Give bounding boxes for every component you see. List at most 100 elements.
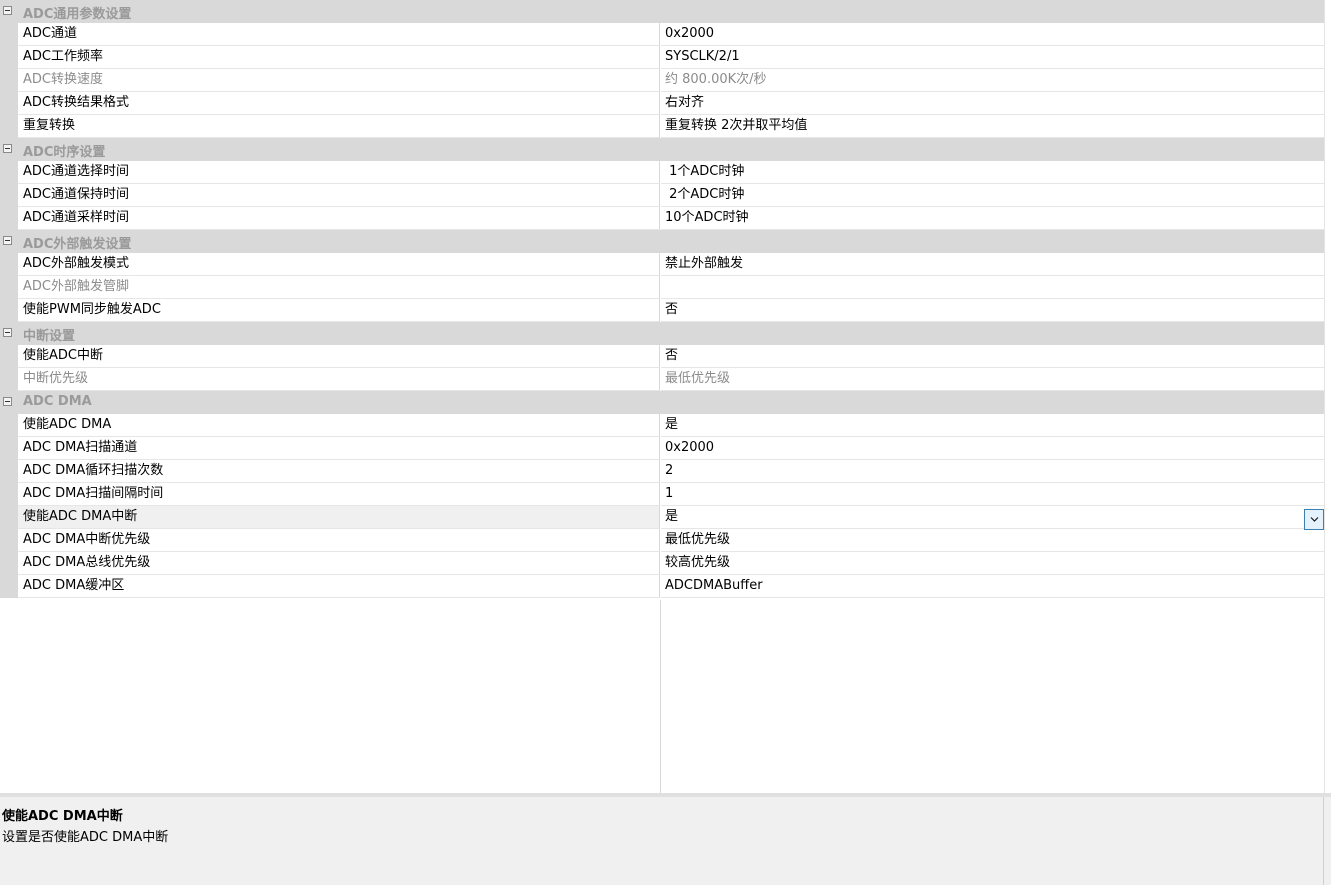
property-row[interactable]: ADC通道选择时间 1个ADC时钟 [0,161,1324,184]
property-value[interactable]: 0x2000 [661,437,1324,460]
property-value[interactable]: 重复转换 2次并取平均值 [661,115,1324,138]
row-gutter [0,253,18,276]
property-value[interactable]: 禁止外部触发 [661,253,1324,276]
property-name: ADC外部触发模式 [18,253,660,276]
property-name: 使能ADC DMA中断 [18,506,660,529]
category-label: ADC外部触发设置 [23,237,132,252]
row-gutter [0,23,18,46]
category-row[interactable]: 中断设置 [0,322,1324,345]
description-panel: 使能ADC DMA中断 设置是否使能ADC DMA中断 [0,793,1331,885]
property-value: 最低优先级 [661,368,1324,391]
row-gutter [0,299,18,322]
property-value[interactable]: ADCDMABuffer [661,575,1324,598]
category-row[interactable]: ADC外部触发设置 [0,230,1324,253]
property-name: ADC DMA扫描通道 [18,437,660,460]
property-name: ADC DMA总线优先级 [18,552,660,575]
property-row[interactable]: ADC通道采样时间 10个ADC时钟 [0,207,1324,230]
row-gutter [0,529,18,552]
property-value[interactable]: 是 [661,414,1324,437]
row-gutter [0,69,18,92]
property-row[interactable]: 使能ADC中断否 [0,345,1324,368]
property-value[interactable]: 最低优先级 [661,529,1324,552]
property-value [661,276,1324,299]
row-gutter [0,207,18,230]
row-gutter [0,46,18,69]
row-gutter [0,161,18,184]
property-row[interactable]: ADC通道 0x2000 [0,23,1324,46]
row-gutter [0,483,18,506]
property-grid: ADC通用参数设置 ADC通道 0x2000 ADC工作频率 SYSCLK/2/1 ADC… [0,0,1331,793]
category-label: ADC通用参数设置 [23,7,132,22]
property-value[interactable]: 是 [661,506,1324,529]
collapse-minus-icon[interactable] [3,236,12,245]
property-value[interactable]: 2 [661,460,1324,483]
property-value[interactable]: 1 [661,483,1324,506]
category-label: ADC DMA [23,394,92,409]
property-row[interactable]: 使能ADC DMA中断是 [0,506,1324,529]
property-value[interactable]: 否 [661,299,1324,322]
category-row[interactable]: ADC DMA [0,391,1324,414]
description-body: 使能ADC DMA中断 设置是否使能ADC DMA中断 [0,797,1324,885]
row-gutter [0,92,18,115]
row-gutter [0,368,18,391]
collapse-minus-icon[interactable] [3,144,12,153]
property-row[interactable]: ADC外部触发模式 禁止外部触发 [0,253,1324,276]
property-value[interactable]: SYSCLK/2/1 [661,46,1324,69]
grid-scrollbar-gutter [1324,0,1331,793]
property-value[interactable]: 否 [661,345,1324,368]
category-label: ADC时序设置 [23,145,106,160]
property-row[interactable]: 中断优先级 最低优先级 [0,368,1324,391]
property-value[interactable]: 10个ADC时钟 [661,207,1324,230]
property-row[interactable]: ADC DMA扫描通道 0x2000 [0,437,1324,460]
property-row[interactable]: ADC DMA总线优先级 较高优先级 [0,552,1324,575]
collapse-minus-icon[interactable] [3,397,12,406]
category-row[interactable]: ADC时序设置 [0,138,1324,161]
property-name: ADC通道保持时间 [18,184,660,207]
row-gutter [0,276,18,299]
property-value[interactable]: 2个ADC时钟 [661,184,1324,207]
category-label: 中断设置 [23,329,76,344]
property-row[interactable]: 使能ADC DMA 是 [0,414,1324,437]
property-row[interactable]: 使能PWM同步触发ADC 否 [0,299,1324,322]
row-gutter [0,506,18,529]
property-name: ADC DMA扫描间隔时间 [18,483,660,506]
property-row[interactable]: 重复转换 重复转换 2次并取平均值 [0,115,1324,138]
collapse-minus-icon[interactable] [3,328,12,337]
property-name: ADC DMA循环扫描次数 [18,460,660,483]
row-gutter [0,552,18,575]
property-row[interactable]: ADC DMA中断优先级 最低优先级 [0,529,1324,552]
property-value[interactable]: 较高优先级 [661,552,1324,575]
property-value[interactable]: 右对齐 [661,92,1324,115]
property-name: ADC DMA中断优先级 [18,529,660,552]
row-gutter [0,115,18,138]
property-name: ADC通道选择时间 [18,161,660,184]
property-row[interactable]: ADC DMA缓冲区 ADCDMABuffer [0,575,1324,598]
property-row[interactable]: ADC DMA循环扫描次数 2 [0,460,1324,483]
property-name: 使能PWM同步触发ADC [18,299,660,322]
property-name: 重复转换 [18,115,660,138]
row-gutter [0,575,18,598]
property-row[interactable]: ADC转换速度约 800.00K次/秒 [0,69,1324,92]
property-row[interactable]: ADC DMA扫描间隔时间 1 [0,483,1324,506]
row-gutter [0,460,18,483]
property-row[interactable]: ADC通道保持时间 2个ADC时钟 [0,184,1324,207]
property-row[interactable]: ADC转换结果格式 右对齐 [0,92,1324,115]
row-gutter [0,414,18,437]
row-gutter [0,437,18,460]
property-value[interactable]: 0x2000 [661,23,1324,46]
property-name: ADC转换速度 [18,69,660,92]
property-name: ADC外部触发管脚 [18,276,660,299]
property-row[interactable]: ADC工作频率 SYSCLK/2/1 [0,46,1324,69]
property-name: ADC通道 [18,23,660,46]
description-text: 设置是否使能ADC DMA中断 [2,830,169,845]
property-row[interactable]: ADC外部触发管脚 [0,276,1324,299]
property-name: 使能ADC DMA [18,414,660,437]
property-value[interactable]: 1个ADC时钟 [661,161,1324,184]
column-divider[interactable] [660,600,661,793]
property-name: ADC转换结果格式 [18,92,660,115]
value-dropdown-button[interactable] [1304,509,1324,530]
property-name: ADC通道采样时间 [18,207,660,230]
collapse-minus-icon[interactable] [3,6,12,15]
category-row[interactable]: ADC通用参数设置 [0,0,1324,23]
property-name: 使能ADC中断 [18,345,660,368]
